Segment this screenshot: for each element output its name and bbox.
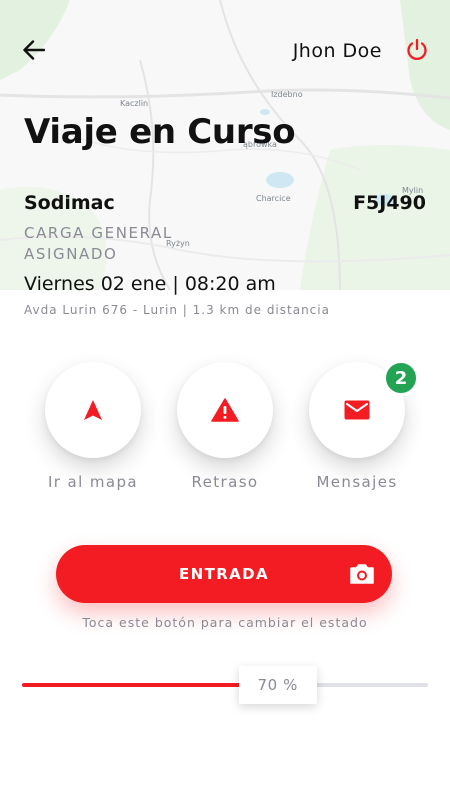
map-label-kaczlin: Kaczlin [120, 99, 149, 108]
progress-slider[interactable]: 70 % [22, 666, 428, 704]
action-delay: Retraso [177, 362, 273, 491]
navigation-arrow-icon [84, 400, 102, 420]
action-messages: 2 Mensajes [309, 360, 419, 491]
messages-count-badge: 2 [383, 360, 419, 396]
status-button-label: ENTRADA [178, 565, 270, 583]
change-status-button[interactable]: ENTRADA [56, 545, 392, 603]
map-label-izdebno: Izdebno [271, 90, 303, 99]
go-to-map-button[interactable] [45, 362, 141, 458]
top-bar: Jhon Doe [0, 28, 450, 72]
mail-icon [344, 400, 370, 420]
user-name: Jhon Doe [292, 40, 382, 62]
arrow-left-icon [23, 40, 45, 60]
messages-label: Mensajes [316, 473, 398, 491]
camera-icon [350, 564, 374, 584]
trip-address: Avda Lurin 676 - Lurin | 1.3 km de dista… [24, 303, 330, 317]
map-label-charcice: Charcice [256, 194, 291, 203]
company-name: Sodimac [24, 192, 115, 214]
camera-button[interactable] [348, 560, 376, 588]
messages-button[interactable]: 2 [309, 360, 419, 458]
slider-thumb[interactable]: 70 % [238, 666, 317, 704]
action-map: Ir al mapa [45, 362, 141, 491]
cargo-type: CARGA GENERAL [24, 224, 173, 242]
warning-icon [211, 398, 239, 422]
trip-datetime: Viernes 02 ene | 08:20 am [24, 273, 276, 295]
cargo-status: CARGA GENERAL ASIGNADO [24, 223, 244, 265]
vehicle-plate: F5J490 [353, 192, 426, 214]
assignment-status: ASIGNADO [24, 245, 118, 263]
power-icon [407, 38, 427, 61]
back-button[interactable] [18, 34, 50, 66]
delay-button[interactable] [177, 362, 273, 458]
page-title: Viaje en Curso [24, 112, 296, 152]
logout-button[interactable] [404, 37, 430, 63]
status-hint: Toca este botón para cambiar el estado [82, 615, 368, 630]
